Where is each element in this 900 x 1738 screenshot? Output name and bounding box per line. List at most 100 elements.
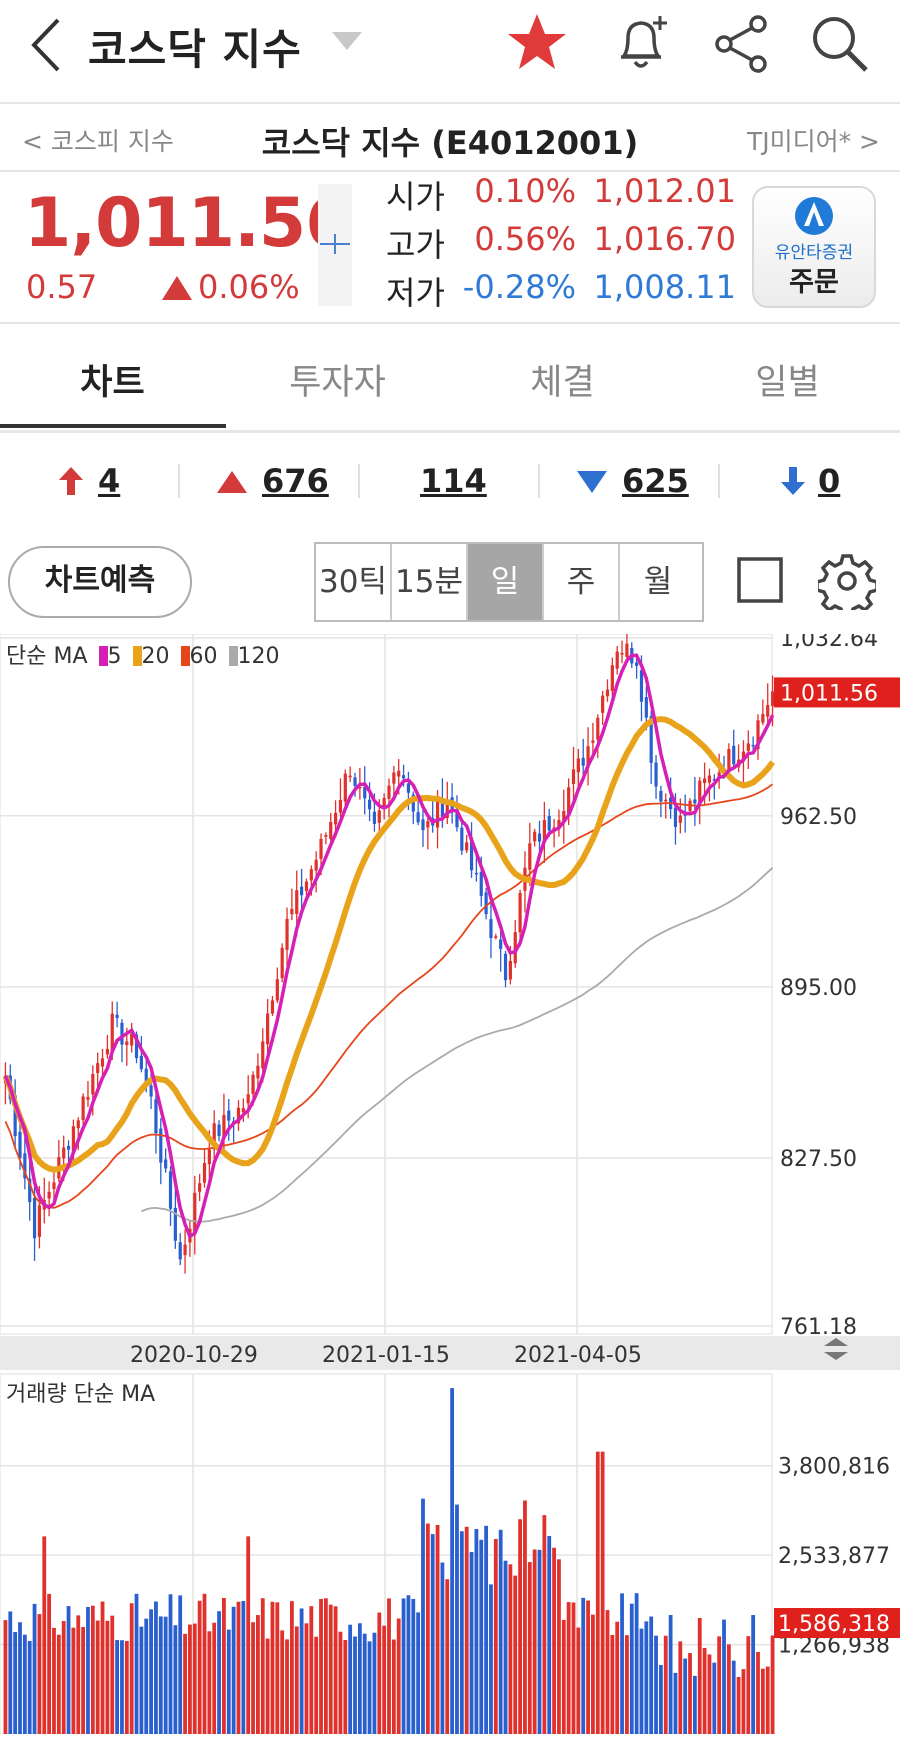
- lower-limit-count[interactable]: 0: [818, 462, 840, 500]
- x-tick-label: 2021-04-05: [514, 1343, 642, 1368]
- period-day[interactable]: 일: [468, 544, 544, 620]
- search-icon[interactable]: [808, 12, 872, 76]
- tab-daily[interactable]: 일별: [675, 354, 900, 405]
- candle-body: [474, 872, 478, 875]
- volume-bar: [47, 1593, 52, 1734]
- chart-area[interactable]: 1,032.64 962.50 895.00 827.50 761.18 2020-10-…: [0, 627, 900, 1735]
- change-pct-value: 0.06%: [198, 268, 300, 306]
- period-month[interactable]: 월: [620, 544, 696, 620]
- volume-bar: [178, 1595, 183, 1734]
- dropdown-caret-icon[interactable]: [330, 30, 364, 52]
- volume-bar: [576, 1627, 581, 1734]
- chart-predict-button[interactable]: 차트예측: [8, 546, 192, 618]
- volume-bar: [396, 1618, 401, 1734]
- candle-body: [125, 1041, 129, 1046]
- volume-bar: [741, 1669, 746, 1734]
- volume-bar: [353, 1636, 357, 1734]
- volume-bar: [76, 1615, 81, 1734]
- candle-body: [693, 799, 697, 804]
- volume-bar: [406, 1595, 411, 1734]
- period-30tick[interactable]: 30틱: [316, 544, 392, 620]
- y-tick-label: 1,032.64: [780, 634, 878, 652]
- volume-bar: [566, 1602, 571, 1734]
- candle-body: [401, 775, 406, 779]
- candle-body: [377, 810, 381, 823]
- candle-body: [227, 1110, 231, 1121]
- volume-bar: [770, 1635, 775, 1734]
- volume-bar: [702, 1647, 707, 1734]
- candle-body: [120, 1022, 124, 1045]
- volume-bar: [90, 1605, 95, 1734]
- period-week[interactable]: 주: [544, 544, 620, 620]
- next-index-link[interactable]: TJ미디어* >: [747, 122, 880, 158]
- candle-body: [392, 772, 396, 784]
- volume-bar: [338, 1631, 343, 1734]
- candle-body: [421, 819, 425, 831]
- candle-body: [591, 740, 595, 743]
- declining-count[interactable]: 625: [622, 462, 689, 500]
- volume-bar: [134, 1593, 139, 1734]
- tab-chart[interactable]: 차트: [0, 354, 225, 405]
- star-icon[interactable]: [506, 12, 568, 72]
- bell-plus-icon[interactable]: [610, 12, 672, 74]
- candle-body: [518, 892, 522, 933]
- upper-limit-count[interactable]: 4: [98, 462, 120, 500]
- y-tick-label: 827.50: [780, 1147, 857, 1172]
- tab-trades[interactable]: 체결: [450, 354, 675, 405]
- volume-bar: [552, 1547, 556, 1734]
- volume-bar: [765, 1666, 770, 1734]
- volume-bar: [154, 1601, 158, 1734]
- volume-bar: [192, 1623, 197, 1734]
- lower-limit-arrow-icon: [781, 467, 805, 495]
- advancing-count[interactable]: 676: [262, 462, 329, 500]
- volume-bar: [658, 1665, 663, 1734]
- back-arrow-icon[interactable]: [26, 14, 64, 76]
- candle-body: [766, 705, 770, 717]
- volume-bar: [95, 1620, 100, 1734]
- candle-body: [52, 1182, 56, 1189]
- x-tick-label: 2021-01-15: [322, 1343, 450, 1368]
- volume-bar: [605, 1610, 610, 1734]
- share-icon[interactable]: [712, 14, 772, 74]
- candle-body: [18, 1131, 22, 1159]
- checkbox-square-icon[interactable]: [736, 556, 784, 604]
- candle-body: [615, 651, 619, 669]
- down-triangle-icon: [577, 471, 607, 493]
- order-button[interactable]: 유안타증권 주문: [752, 186, 876, 308]
- candle-body: [707, 775, 712, 783]
- candle-body: [329, 821, 333, 840]
- volume-bar: [197, 1600, 202, 1734]
- volume-bar: [280, 1630, 285, 1734]
- volume-bar: [56, 1634, 61, 1734]
- volume-bar: [760, 1668, 765, 1734]
- volume-bar: [586, 1600, 590, 1734]
- volume-bar: [620, 1593, 624, 1734]
- candle-body: [105, 1048, 109, 1055]
- candle-body: [732, 745, 736, 765]
- candle-body: [372, 811, 377, 824]
- volume-bar: [202, 1593, 207, 1734]
- volume-bar: [610, 1634, 615, 1734]
- candle-body: [81, 1096, 85, 1121]
- volume-bar: [440, 1562, 445, 1734]
- volume-bar: [158, 1616, 163, 1734]
- volume-bar: [751, 1615, 756, 1734]
- ohl-value: 1,008.11: [593, 268, 737, 306]
- candle-body: [66, 1145, 71, 1150]
- candle-body: [533, 831, 537, 842]
- ma60-label: 60: [189, 644, 218, 669]
- volume-bar: [289, 1601, 294, 1734]
- settings-gear-icon[interactable]: [818, 552, 876, 610]
- price-volume-chart[interactable]: 1,032.64962.50895.00827.50761.182020-10-…: [0, 627, 900, 1735]
- volume-bar: [692, 1675, 697, 1734]
- volume-bar: [663, 1635, 668, 1734]
- ma5-swatch: [98, 646, 108, 666]
- candle-body: [178, 1242, 182, 1260]
- unchanged-count[interactable]: 114: [420, 462, 487, 500]
- tab-investor[interactable]: 투자자: [225, 354, 450, 405]
- candle-body: [654, 762, 658, 787]
- period-15min[interactable]: 15분: [392, 544, 468, 620]
- volume-bar: [231, 1606, 236, 1734]
- candle-body: [620, 653, 624, 655]
- y-tick-label: 895.00: [780, 976, 857, 1001]
